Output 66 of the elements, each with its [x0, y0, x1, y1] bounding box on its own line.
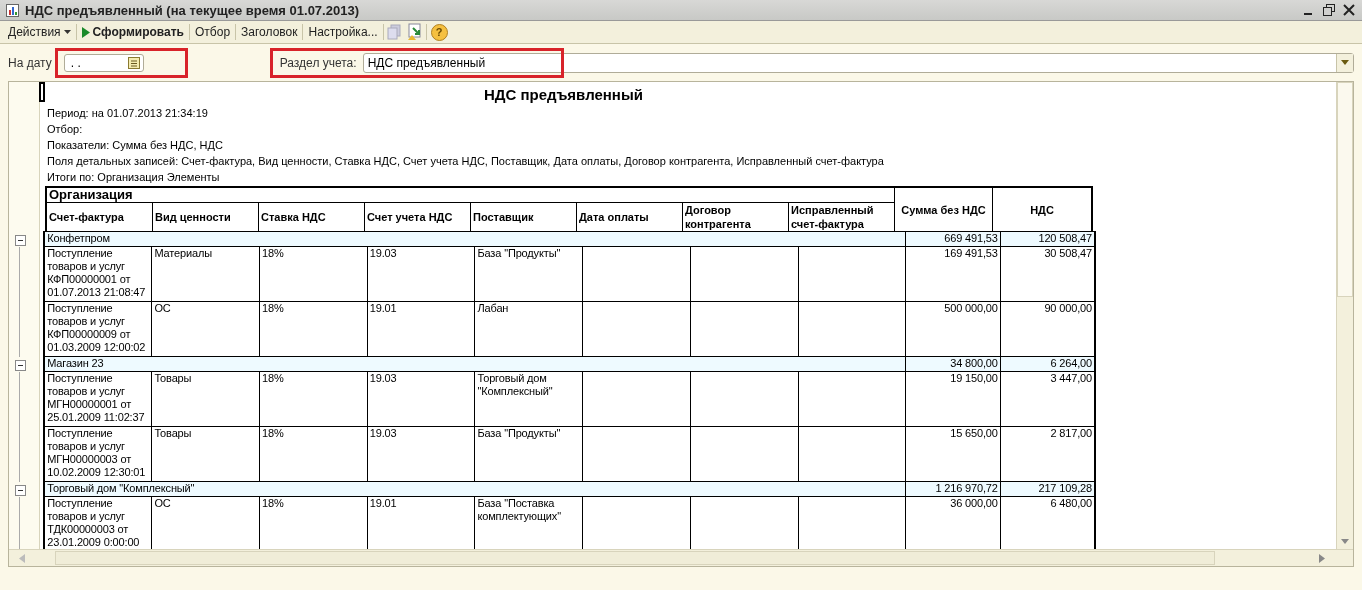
calendar-icon[interactable]: [126, 55, 141, 70]
table-cell: Лабан: [477, 302, 509, 314]
table-cell: 18%: [262, 302, 284, 314]
toolbar-button[interactable]: Отбор: [191, 22, 235, 42]
group-name: Конфетпром: [44, 231, 906, 247]
collapse-icon[interactable]: [15, 234, 26, 246]
table-cell: 169 491,53: [905, 246, 1001, 302]
table-cell: 18%: [262, 372, 284, 384]
report-title: НДС предъявленный: [483, 85, 644, 105]
date-label: На дату: [8, 55, 52, 70]
vertical-scrollbar[interactable]: [1336, 82, 1353, 549]
table-cell: 18%: [262, 247, 284, 259]
table-cell: Товары: [154, 427, 192, 439]
report-icon: [6, 3, 19, 17]
table-cell: 15 650,00: [905, 426, 1001, 482]
table-cell: База "Поставка комплектующих": [477, 497, 561, 522]
caret-icon: [63, 30, 71, 34]
table-cell: 3 447,00: [1000, 371, 1095, 427]
table-cell: 19.01: [369, 497, 397, 509]
table-cell: Товары: [154, 372, 192, 384]
table-cell: 500 000,00: [905, 301, 1001, 357]
table-cell: 19.03: [369, 427, 397, 439]
report-info: Поля детальных записей: Счет-фактура, Вид ценности, Ставка НДС, Счет учета НДС, Поставщик, Дата оплаты, Договор контрагента, Исправленный счет-фактура: [46, 154, 885, 169]
toolbar-button[interactable]: Настройка...: [304, 22, 382, 42]
table-cell: 19.03: [369, 247, 397, 259]
table-cell: 30 508,47: [1000, 246, 1095, 302]
table-cell: Поступление товаров и услуг ТДК00000003 от 23.01.2009 0:00:00: [47, 497, 140, 548]
play-icon: [81, 26, 90, 38]
collapse-icon[interactable]: [15, 484, 26, 496]
table-cell: 18%: [262, 427, 284, 439]
window-title: НДС предъявленный (на текущее время 01.07.2013): [25, 2, 360, 18]
scroll-down-icon[interactable]: [1341, 538, 1349, 544]
toolbar-button[interactable]: Заголовок: [237, 22, 302, 42]
table-cell: Материалы: [154, 247, 212, 259]
table-cell: Поступление товаров и услуг МГН00000001 от 25.01.2009 11:02:37: [47, 372, 145, 423]
section-label: Раздел учета:: [279, 55, 357, 70]
table-cell: 19.03: [369, 372, 397, 384]
table-cell: ОС: [154, 497, 171, 509]
table-cell: 19.01: [369, 302, 397, 314]
report-info: Итоги по: Организация Элементы: [46, 170, 221, 185]
section-field[interactable]: НДС предъявленный: [362, 52, 1354, 73]
report-info: Период: на 01.07.2013 21:34:19: [46, 106, 209, 121]
table-cell: 120 508,47: [1000, 231, 1095, 247]
table-cell: Поступление товаров и услуг МГН00000003 от 10.02.2009 12:30:01: [47, 427, 146, 478]
table-cell: Торговый дом "Комплексный": [477, 372, 553, 397]
restore-icon[interactable]: [1322, 3, 1336, 17]
table-cell: База "Продукты": [477, 427, 561, 439]
close-icon[interactable]: [1342, 3, 1356, 17]
actions-menu[interactable]: Действия: [4, 22, 75, 42]
table-cell: 669 491,53: [905, 231, 1001, 247]
generate-button[interactable]: Сформировать: [77, 22, 188, 42]
table-cell: Поступление товаров и услуг КФП00000001 от 01.07.2013 21:08:47: [47, 247, 146, 298]
table-cell: 18%: [262, 497, 284, 509]
help-button[interactable]: ?: [430, 23, 448, 41]
horizontal-scrollbar[interactable]: [9, 549, 1353, 566]
table-cell: Поступление товаров и услуг КФП00000009 от 01.03.2009 12:00:02: [47, 302, 146, 353]
report-info: Показатели: Сумма без НДС, НДС: [46, 138, 224, 153]
collapse-icon[interactable]: [15, 359, 26, 371]
report-info: Отбор:: [46, 122, 84, 137]
column-header: Организация: [46, 187, 895, 203]
dropdown-icon[interactable]: [1336, 53, 1353, 72]
table-cell: 19 150,00: [905, 371, 1001, 427]
date-field[interactable]: . .: [63, 53, 144, 72]
scroll-right-icon[interactable]: [1319, 553, 1325, 563]
table-cell: База "Продукты": [477, 247, 561, 259]
table-cell: ОС: [154, 302, 171, 314]
